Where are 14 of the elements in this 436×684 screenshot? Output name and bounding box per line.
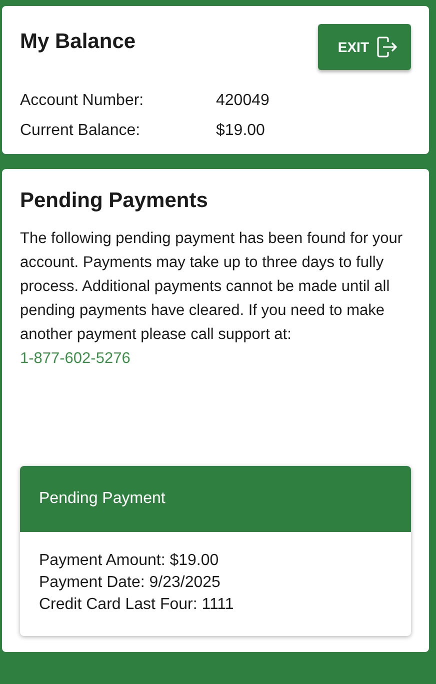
payment-detail: Credit Card Last Four: 1111 (39, 596, 235, 614)
card-title: My Balance (20, 30, 136, 54)
field-value: 420049 (216, 92, 270, 110)
payment-detail: Payment Amount: $19.00 (39, 552, 220, 570)
exit-icon (377, 36, 397, 58)
card-title: Pending Payments (20, 189, 209, 213)
field-label: Current Balance: (20, 122, 140, 140)
exit-button[interactable]: EXIT (318, 24, 411, 70)
payment-detail: Payment Date: 9/23/2025 (39, 574, 222, 592)
phone-link[interactable]: 1-877-602-5276 (20, 347, 130, 371)
info-message: The following pending payment has been found for your account. Payments may take up to three days to fully process. Additional payments cannot be made until all pending payments have cleared. If you need to make another payment please call support at: (20, 229, 404, 345)
field-label: Account Number: (20, 92, 144, 110)
payment-header: Pending Payment (20, 466, 411, 532)
field-value: $19.00 (216, 122, 265, 140)
